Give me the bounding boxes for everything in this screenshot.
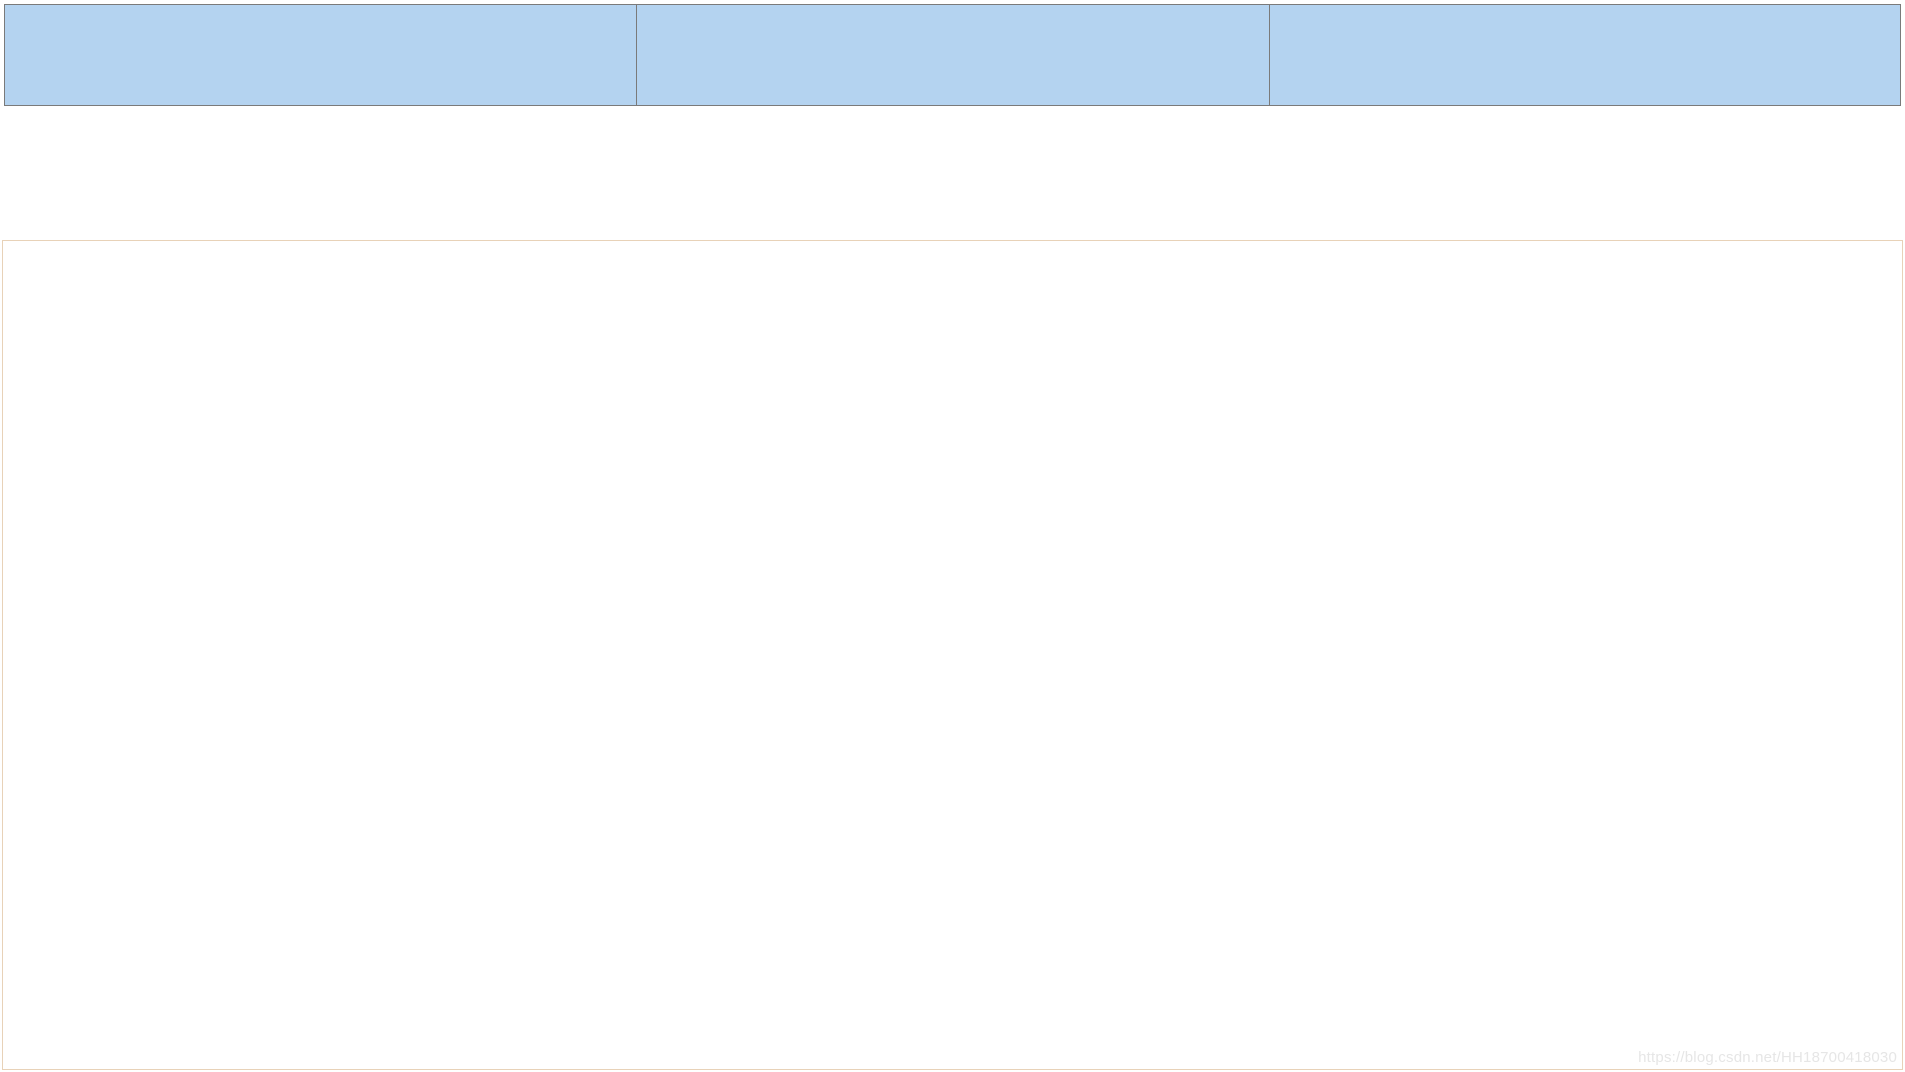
table-header-cell-2 [637, 4, 1270, 106]
watermark-text: https://blog.csdn.net/HH18700418030 [1638, 1049, 1897, 1066]
table-header-row [4, 4, 1901, 106]
content-frame-border [2, 240, 1903, 1070]
page-root: https://blog.csdn.net/HH18700418030 [0, 0, 1905, 1072]
table-header-cell-3 [1270, 4, 1901, 106]
table-header-cell-1 [4, 4, 637, 106]
